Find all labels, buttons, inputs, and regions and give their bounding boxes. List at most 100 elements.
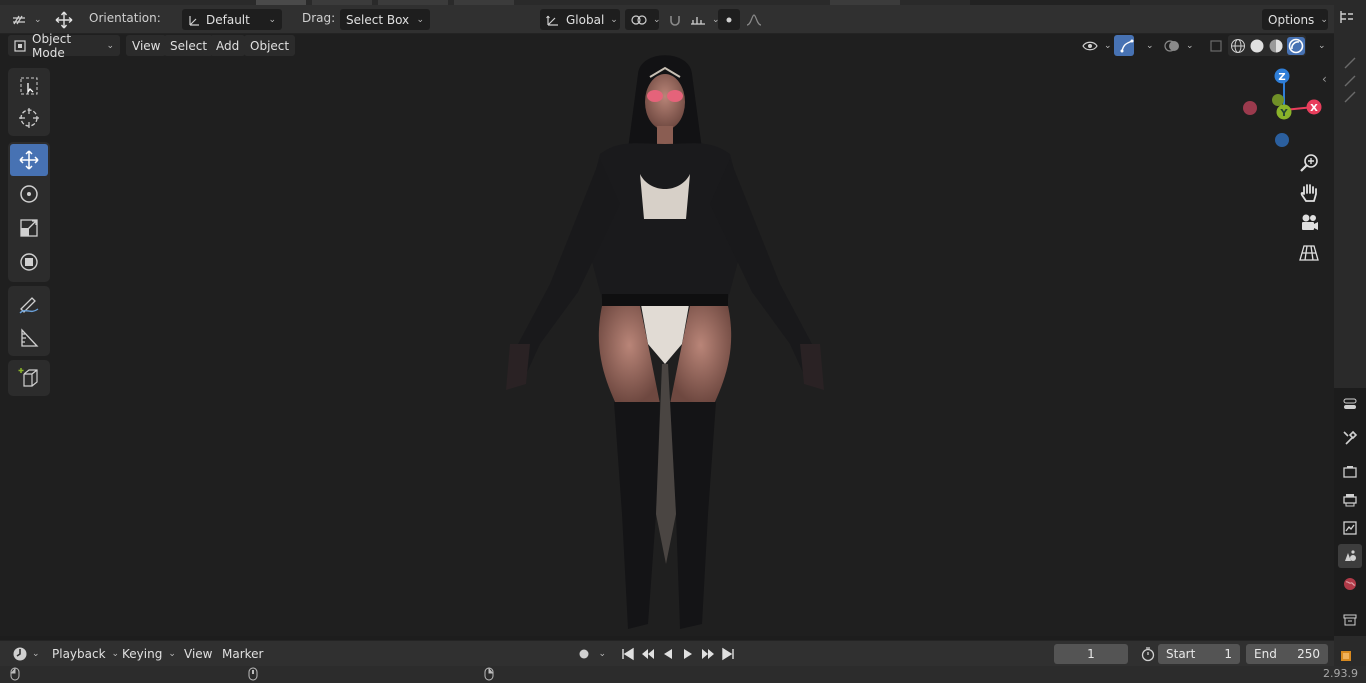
editor-type-button[interactable]: ⌄ <box>6 9 42 30</box>
shading-dropdown[interactable]: ⌄ <box>1306 35 1326 56</box>
properties-tabs <box>1334 388 1366 636</box>
tab-world[interactable] <box>1338 572 1362 596</box>
preview-range-toggle[interactable] <box>1134 644 1155 664</box>
proportional-icon <box>724 15 734 25</box>
outliner-filter-button[interactable] <box>1338 8 1362 30</box>
sidebar-toggle[interactable]: ‹ <box>1322 72 1332 86</box>
move-gizmo-button[interactable] <box>48 9 78 30</box>
timeline-editor-type-button[interactable]: ⌄ <box>6 644 42 664</box>
pan-button[interactable] <box>1298 182 1322 206</box>
camera-icon <box>1298 212 1322 234</box>
jump-end-icon[interactable] <box>720 647 736 661</box>
annotate-tools-group <box>8 286 50 356</box>
tab-view-layer[interactable] <box>1338 516 1362 540</box>
mouse-right-icon <box>484 667 494 681</box>
menu-timeline-view[interactable]: View <box>178 644 218 664</box>
tool-properties-icon <box>1342 396 1358 412</box>
move-tool[interactable] <box>10 144 48 176</box>
select-box-tool[interactable] <box>10 70 48 102</box>
transform-tool[interactable] <box>10 246 48 278</box>
orientation-dropdown[interactable]: Default ⌄ <box>182 9 282 30</box>
wireframe-shading-icon[interactable] <box>1230 38 1246 54</box>
menu-add[interactable]: Add <box>210 35 246 56</box>
hand-icon <box>1298 182 1322 204</box>
perspective-toggle[interactable] <box>1298 242 1322 266</box>
tab-object[interactable] <box>1338 648 1362 666</box>
add-tools-group <box>8 360 50 396</box>
end-value: 250 <box>1297 647 1320 661</box>
play-icon[interactable] <box>680 647 696 661</box>
play-reverse-icon[interactable] <box>660 647 676 661</box>
current-frame-field[interactable]: 1 <box>1054 644 1128 664</box>
transform-orientation-dropdown[interactable]: Global ⌄ <box>540 9 620 30</box>
navigation-gizmo[interactable]: Z X Y <box>1236 66 1332 150</box>
menu-object[interactable]: Object <box>244 35 296 56</box>
end-frame-field[interactable]: End 250 <box>1246 644 1328 664</box>
proportional-editing-toggle[interactable] <box>718 9 740 30</box>
zoom-button[interactable] <box>1298 152 1322 176</box>
outliner-restrict-icons <box>1342 54 1360 104</box>
tab-tool-settings[interactable] <box>1338 392 1362 416</box>
rendered-shading-icon[interactable] <box>1287 36 1305 55</box>
xray-toggle[interactable] <box>1204 35 1224 56</box>
jump-keyframe-back-icon[interactable] <box>640 647 656 661</box>
material-shading-icon[interactable] <box>1268 38 1284 54</box>
render-properties-icon <box>1342 464 1358 480</box>
scale-tool-icon <box>19 218 39 238</box>
pivot-point-dropdown[interactable]: ⌄ <box>625 9 661 30</box>
visibility-dropdown[interactable]: ⌄ <box>1076 35 1112 56</box>
cursor-tool[interactable] <box>10 102 48 134</box>
tab-tool[interactable] <box>1338 426 1362 450</box>
output-properties-icon <box>1342 492 1358 508</box>
menu-playback[interactable]: Playback ⌄ <box>46 644 125 664</box>
outliner-icon <box>1338 8 1362 26</box>
snap-toggle[interactable] <box>662 9 684 30</box>
drag-label: Drag: <box>302 11 336 25</box>
solid-shading-icon[interactable] <box>1249 38 1265 54</box>
orientation-value: Default <box>206 12 250 27</box>
start-frame-field[interactable]: Start 1 <box>1158 644 1240 664</box>
camera-view-button[interactable] <box>1298 212 1322 236</box>
gizmo-y-label: Y <box>1279 108 1288 119</box>
overlays-dropdown[interactable]: ⌄ <box>1158 35 1194 56</box>
mouse-middle-icon <box>248 667 258 681</box>
rotate-tool[interactable] <box>10 178 48 210</box>
measure-tool[interactable] <box>10 322 48 354</box>
mode-dropdown[interactable]: Object Mode ⌄ <box>8 32 120 60</box>
scale-tool[interactable] <box>10 212 48 244</box>
object-mode-icon <box>14 39 26 52</box>
gizmos-toggle[interactable] <box>1114 35 1134 56</box>
tab-output[interactable] <box>1338 488 1362 512</box>
snap-target-icon <box>690 13 706 27</box>
tab-render[interactable] <box>1338 460 1362 484</box>
snap-target-dropdown[interactable]: ⌄ <box>684 9 720 30</box>
view-layer-icon <box>1342 520 1358 536</box>
menu-view[interactable]: View <box>126 35 167 56</box>
eye-icon <box>1082 40 1098 52</box>
character-model[interactable] <box>490 44 840 636</box>
drag-dropdown[interactable]: Select Box ⌄ <box>340 9 430 30</box>
select-box-tool-icon <box>19 76 39 96</box>
global-icon <box>546 13 560 27</box>
3d-viewport[interactable]: Z X Y ‹ <box>0 34 1334 636</box>
options-label: Options <box>1268 12 1315 27</box>
version-label: 2.93.9 <box>1323 667 1358 680</box>
tab-collection[interactable] <box>1338 608 1362 632</box>
menu-marker[interactable]: Marker <box>216 644 269 664</box>
jump-start-icon[interactable] <box>620 647 636 661</box>
measure-tool-icon <box>19 328 39 348</box>
menu-select[interactable]: Select <box>164 35 214 56</box>
options-dropdown[interactable]: Options ⌄ <box>1262 9 1328 30</box>
tool-icon <box>1342 430 1358 446</box>
add-cube-tool[interactable] <box>10 362 48 394</box>
jump-keyframe-forward-icon[interactable] <box>700 647 716 661</box>
proportional-falloff-dropdown[interactable] <box>740 9 770 30</box>
menu-keying[interactable]: Keying ⌄ <box>116 644 182 664</box>
gizmos-dropdown[interactable]: ⌄ <box>1134 35 1154 56</box>
annotate-tool[interactable] <box>10 288 48 320</box>
auto-keying-toggle[interactable]: ⌄ <box>572 644 612 664</box>
start-value: 1 <box>1224 647 1232 661</box>
tab-scene[interactable] <box>1338 544 1362 568</box>
snap-icon <box>668 13 682 27</box>
end-label: End <box>1254 647 1277 661</box>
